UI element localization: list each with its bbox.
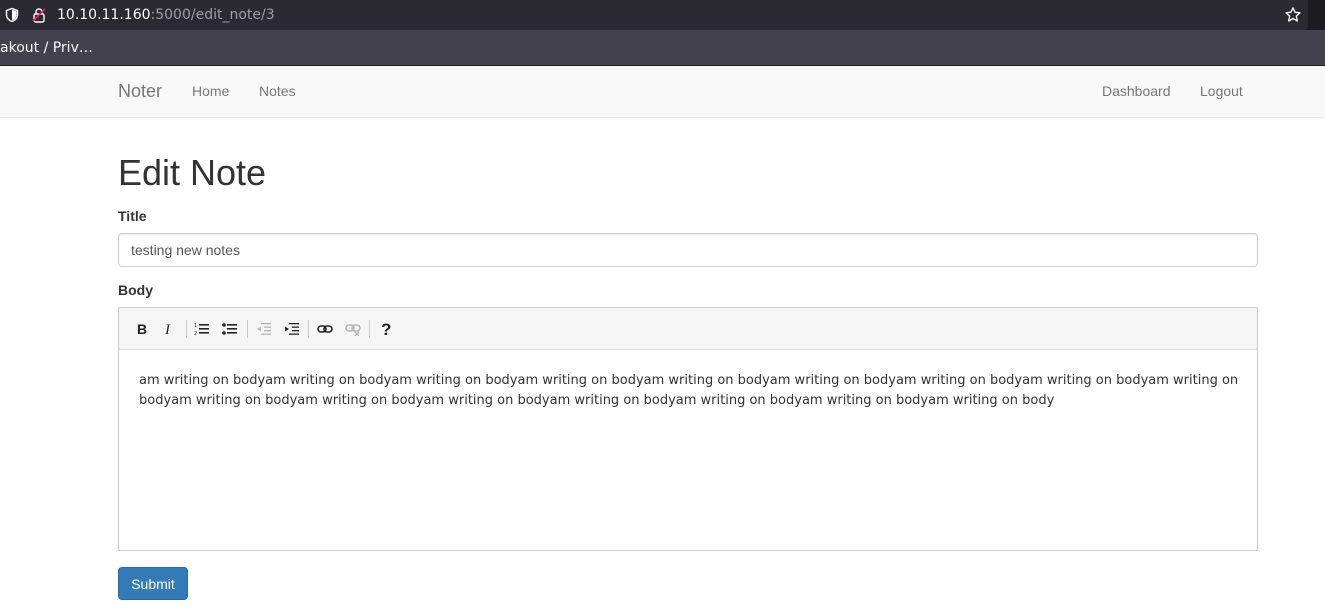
unlink-icon [345,324,361,336]
indent-button[interactable] [281,318,303,340]
bookmarks-toolbar: akout / Priv… [0,30,1325,66]
bold-button[interactable]: B [131,318,153,340]
submit-button[interactable]: Submit [118,567,188,600]
nav-dashboard-link[interactable]: Dashboard [1102,83,1171,99]
link-button[interactable] [314,318,336,340]
indent-icon [285,323,299,335]
italic-button[interactable]: I [158,318,180,340]
svg-text:1: 1 [194,323,197,329]
ordered-list-icon: 1 2 [194,323,209,336]
title-input[interactable] [118,233,1258,267]
brand-link[interactable]: Noter [118,81,162,102]
nav-notes-link[interactable]: Notes [259,83,296,99]
body-label: Body [118,282,153,298]
unordered-list-button[interactable] [219,318,241,340]
editor-toolbar: B I 1 2 ? [119,308,1257,350]
browser-url-bar: 10.10.11.160:5000/edit_note/3 [0,0,1325,30]
svg-text:?: ? [381,321,391,337]
toolbar-separator [369,320,370,338]
url-path: :5000/edit_note/3 [150,7,275,23]
url-text[interactable]: 10.10.11.160:5000/edit_note/3 [57,6,275,24]
svg-text:B: B [137,322,147,336]
unordered-list-icon [222,323,237,335]
svg-text:I: I [164,322,171,336]
body-editor[interactable]: B I 1 2 ? am writing on bodyam writing o… [118,307,1258,551]
title-label: Title [118,208,147,224]
svg-text:2: 2 [194,331,197,336]
site-navbar: Noter Home Notes Dashboard Logout [0,66,1325,118]
shield-icon[interactable] [4,7,20,23]
bookmark-star-icon[interactable] [1284,6,1302,24]
bold-icon: B [137,322,147,336]
link-icon [317,325,333,333]
toolbar-separator [186,320,187,338]
nav-home-link[interactable]: Home [192,83,229,99]
ordered-list-button[interactable]: 1 2 [191,318,213,340]
url-host: 10.10.11.160 [57,7,151,23]
unlink-button[interactable] [342,318,364,340]
toolbar-separator [247,320,248,338]
page-title: Edit Note [118,152,267,193]
url-field[interactable]: 10.10.11.160:5000/edit_note/3 [0,0,1308,30]
nav-logout-link[interactable]: Logout [1200,83,1243,99]
editor-content[interactable]: am writing on bodyam writing on bodyam w… [139,371,1239,411]
outdent-icon [257,323,271,335]
outdent-button[interactable] [253,318,275,340]
help-button[interactable]: ? [375,318,397,340]
help-icon: ? [381,321,391,337]
italic-icon: I [164,322,171,336]
toolbar-separator [308,320,309,338]
bookmark-item[interactable]: akout / Priv… [0,40,93,56]
insecure-lock-icon[interactable] [31,7,47,23]
